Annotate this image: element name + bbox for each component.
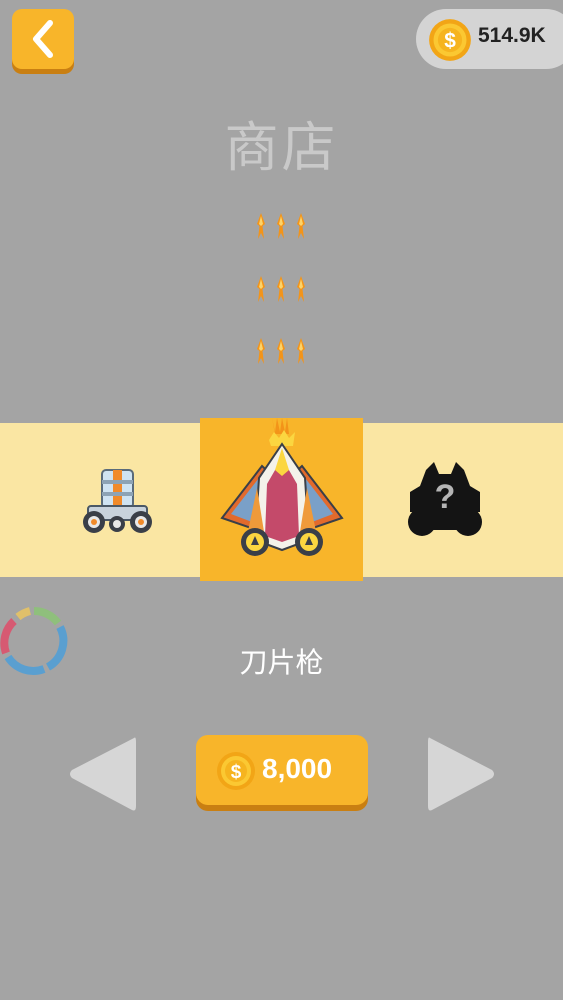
page-title: 商店	[224, 116, 339, 179]
gold-coin-icon	[216, 751, 256, 791]
white-cannon-vehicle-icon	[83, 468, 152, 533]
gold-coin-icon	[428, 18, 472, 62]
bullet-row-2	[253, 276, 309, 302]
carousel-item-selected[interactable]	[200, 417, 363, 581]
chevron-left-icon	[33, 20, 53, 58]
flame-bullet-icon	[273, 276, 289, 302]
flame-bullet-icon	[253, 276, 269, 302]
flame-bullet-icon	[293, 338, 309, 364]
flame-bullet-icon	[293, 213, 309, 239]
bullet-row-3	[253, 338, 309, 364]
flame-bullet-icon	[273, 338, 289, 364]
locked-mystery-vehicle-icon: ?	[408, 462, 482, 536]
flame-bullet-icon	[293, 276, 309, 302]
next-arrow-button[interactable]	[426, 734, 498, 814]
flame-bullet-icon	[253, 213, 269, 239]
blade-gun-vehicle-icon	[219, 417, 344, 556]
buy-button[interactable]: 8,000	[196, 735, 368, 805]
weapon-name-label: 刀片枪	[239, 646, 324, 679]
coin-balance-value: 514.9K	[478, 24, 546, 47]
back-button[interactable]	[12, 9, 74, 69]
carousel-item-locked[interactable]: ?	[395, 450, 495, 550]
previous-arrow-button[interactable]	[66, 734, 138, 814]
price-label: 8,000	[262, 753, 333, 784]
carousel-item-white-cannon[interactable]	[70, 455, 165, 550]
flame-bullet-icon	[253, 338, 269, 364]
flame-bullet-icon	[273, 213, 289, 239]
bullet-row-1	[253, 213, 309, 239]
coin-balance-display: 514.9K	[416, 9, 563, 69]
svg-text:?: ?	[435, 478, 456, 516]
